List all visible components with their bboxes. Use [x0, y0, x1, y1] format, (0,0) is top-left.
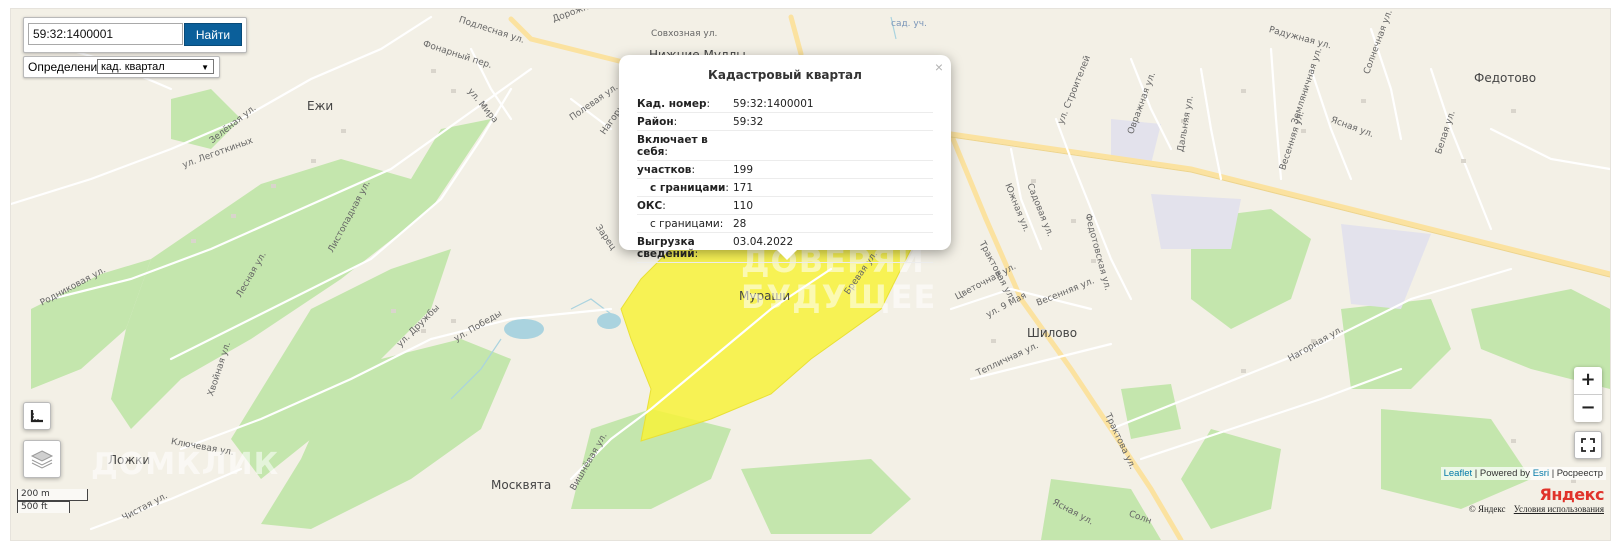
definition-select[interactable]: кад. квартал ▼: [97, 59, 214, 74]
popup-row-value: 110: [733, 196, 933, 215]
popup-row-key: Выгрузка сведений:: [637, 232, 733, 263]
zoom-in-button[interactable]: +: [1574, 367, 1602, 395]
ruler-icon: [30, 410, 43, 423]
rosreestr-text: | Росреестр: [1551, 468, 1603, 479]
terms-link[interactable]: Условия использования: [1514, 504, 1604, 514]
popup-row-value: 59:32: [733, 112, 933, 131]
popup-row: с границами: 171: [637, 178, 933, 197]
popup-tip: [776, 249, 798, 260]
popup-row: участков: 199: [637, 160, 933, 179]
popup-row: Кад. номер: 59:32:1400001: [637, 95, 933, 113]
measure-button[interactable]: [23, 402, 51, 430]
cadastral-popup: × Кадастровый квартал Кад. номер: 59:32:1…: [619, 55, 951, 263]
popup-row: Включает в себя:: [637, 130, 933, 161]
popup-row-value: 171: [733, 178, 933, 197]
esri-link[interactable]: Esri: [1533, 468, 1549, 479]
scale-imperial: 500 ft: [17, 501, 70, 513]
popup-row-key: участков:: [637, 160, 733, 179]
popup-row-value: 59:32:1400001: [733, 95, 933, 113]
popup-row-key: Включает в себя:: [637, 130, 733, 161]
popup-row: ОКС: 110: [637, 196, 933, 215]
place-label: Москвята: [491, 478, 552, 492]
zoom-out-button[interactable]: −: [1574, 395, 1602, 422]
popup-row-value: 28: [733, 214, 933, 233]
fullscreen-button[interactable]: [1574, 431, 1602, 459]
map-canvas[interactable]: Ежи Мураши Шилово Федотово Ложки Москвят…: [10, 8, 1611, 541]
popup-row-key: Район:: [637, 112, 733, 131]
popup-row-value: 03.04.2022: [733, 232, 933, 263]
powered-by-text: | Powered by: [1474, 468, 1531, 479]
popup-row: с границами: 28: [637, 214, 933, 233]
popup-row-value: 199: [733, 160, 933, 179]
yandex-terms: © Яндекс Условия использования: [1469, 504, 1604, 514]
search-button[interactable]: Найти: [184, 23, 242, 46]
popup-title: Кадастровый квартал: [708, 68, 862, 82]
popup-row-key: с границами:: [637, 178, 733, 197]
yandex-logo: Яндекс: [1539, 485, 1605, 504]
layers-button[interactable]: [23, 440, 61, 478]
domclick-watermark: ДОМКЛИК: [91, 447, 280, 482]
place-label: Ежи: [307, 99, 334, 113]
yandex-copyright: © Яндекс: [1468, 504, 1506, 514]
popup-row-key: с границами:: [637, 214, 733, 233]
cadastral-search-input[interactable]: [28, 23, 183, 45]
place-label: Шилово: [1027, 326, 1078, 340]
scale-metric: 200 m: [17, 489, 88, 501]
definition-panel: Определение: кад. квартал ▼: [23, 56, 220, 78]
street-label: Совхозная ул.: [651, 29, 718, 39]
layers-icon: [30, 450, 54, 469]
popup-row-key: Кад. номер:: [637, 95, 733, 113]
popup-row-key: ОКС:: [637, 196, 733, 215]
search-panel: Найти: [23, 17, 247, 53]
fullscreen-icon: [1581, 438, 1595, 452]
attribution: Leaflet | Powered by Esri | Росреестр: [1440, 467, 1606, 480]
definition-label: Определение:: [28, 60, 108, 74]
popup-row-value: [733, 130, 933, 161]
leaflet-link[interactable]: Leaflet: [1444, 468, 1473, 479]
garden-label: сад. уч.: [891, 19, 927, 29]
zoom-control: + −: [1574, 367, 1602, 422]
popup-table: Кад. номер: 59:32:1400001 Район: 59:32 Включ…: [637, 95, 933, 263]
place-label: Федотово: [1474, 71, 1537, 85]
definition-selected: кад. квартал: [101, 61, 165, 73]
chevron-down-icon: ▼: [201, 63, 209, 72]
scale-bar: 200 m 500 ft: [17, 489, 88, 513]
popup-row: Район: 59:32: [637, 112, 933, 131]
